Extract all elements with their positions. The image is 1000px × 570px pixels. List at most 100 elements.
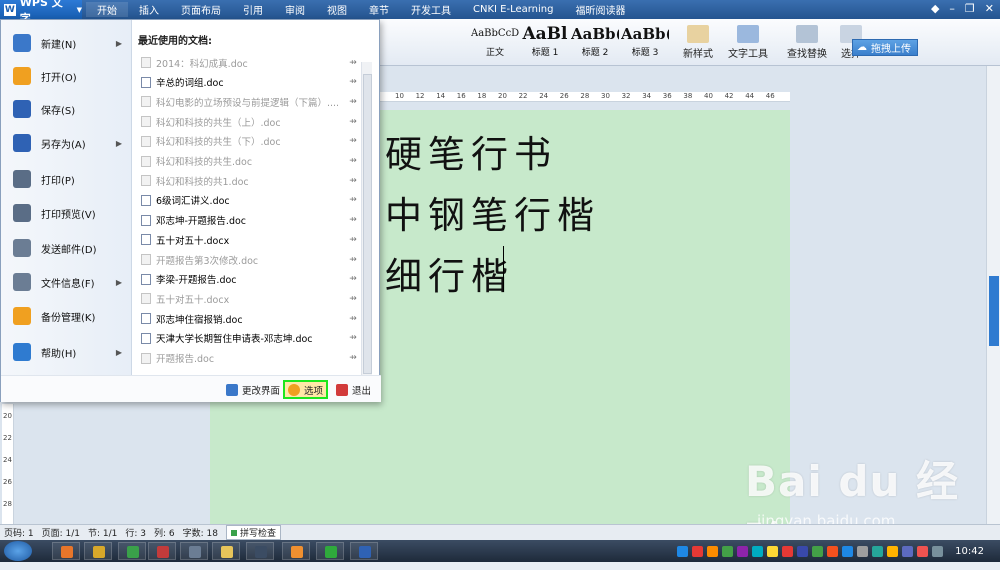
pin-icon[interactable]: ⇸ [345,77,361,87]
tray-icon[interactable] [707,545,719,557]
minimize-icon[interactable]: – [949,2,955,15]
recent-doc-item[interactable]: 6级词汇讲义.doc ⇸ [137,191,361,210]
recent-doc-item[interactable]: 邓志坤住宿报销.doc ⇸ [137,309,361,328]
taskbar-app-button[interactable] [316,542,344,560]
taskbar-app-button[interactable] [180,542,208,560]
tray-icon[interactable] [767,545,779,557]
recent-doc-item[interactable]: 天津大学长期暂住申请表-邓志坤.doc ⇸ [137,329,361,348]
wps-app-menu-button[interactable]: W WPS 文字 ▼ [0,0,82,25]
file-menu-item[interactable]: 保存(S) [1,94,132,124]
recent-doc-item[interactable]: 五十对五十.docx ⇸ [137,230,361,249]
recent-doc-item[interactable]: 辛总的词组.doc ⇸ [137,73,361,92]
tray-icon[interactable] [902,545,914,557]
pin-icon[interactable]: ⇸ [345,195,361,205]
file-menu-item[interactable]: 备份管理(K) [1,301,132,331]
tab-3[interactable]: 引用 [232,2,274,17]
recent-doc-item[interactable]: 2014：科幻成真.doc ⇸ [137,53,361,72]
tray-icon[interactable] [737,545,749,557]
file-menu-item[interactable]: 打开(O) [1,61,132,91]
pin-icon[interactable]: ⇸ [345,294,361,304]
tray-icon[interactable] [677,545,689,557]
clock[interactable]: 10:42 [955,546,984,557]
file-menu-item[interactable]: 新建(N) ▶ [1,28,132,58]
restore-icon[interactable]: ❐ [965,2,975,15]
tray-icon[interactable] [917,545,929,557]
start-button[interactable] [4,541,32,561]
scroll-thumb[interactable] [989,276,999,346]
pin-icon[interactable]: ⇸ [345,314,361,324]
tray-icon[interactable] [857,545,869,557]
options-button[interactable]: 选项 [283,380,329,399]
tray-icon[interactable] [827,545,839,557]
pin-icon[interactable]: ⇸ [345,176,361,186]
taskbar-app-button[interactable] [350,542,378,560]
tray-icon[interactable] [872,545,884,557]
document-line[interactable]: 硬笔行书 [385,124,557,178]
tab-9[interactable]: 福昕阅读器 [565,2,637,17]
recent-doc-item[interactable]: 科幻和科技的共1.doc ⇸ [137,171,361,190]
taskbar-app-button[interactable] [84,542,112,560]
taskbar-app-button[interactable] [282,542,310,560]
style-heading-2[interactable]: AaBb( 标题 2 [571,23,619,63]
file-menu-item[interactable]: 帮助(H) ▶ [1,337,132,367]
drag-upload-button[interactable]: ☁ 拖拽上传 [852,39,918,56]
file-menu-item[interactable]: 打印(P) [1,164,132,194]
pin-icon[interactable]: ⇸ [345,117,361,127]
tray-icon[interactable] [812,545,824,557]
pin-icon[interactable]: ⇸ [345,136,361,146]
pin-icon[interactable]: ⇸ [345,353,361,363]
tab-6[interactable]: 章节 [358,2,400,17]
pin-icon[interactable]: ⇸ [345,255,361,265]
taskbar-app-button[interactable] [148,542,176,560]
recent-doc-item[interactable]: 科幻和科技的共生.doc ⇸ [137,152,361,171]
recent-doc-item[interactable]: 李梁-开题报告.doc ⇸ [137,270,361,289]
file-menu-item[interactable]: 另存为(A) ▶ [1,128,132,158]
pin-icon[interactable]: ⇸ [345,97,361,107]
tab-0[interactable]: 开始 [86,2,128,17]
pin-icon[interactable]: ⇸ [345,156,361,166]
tab-2[interactable]: 页面布局 [170,2,232,17]
tab-7[interactable]: 开发工具 [400,2,462,17]
pin-icon[interactable]: ⇸ [345,58,361,68]
pin-icon[interactable]: ⇸ [345,215,361,225]
style-normal[interactable]: AaBbCcDd 正文 [471,23,519,63]
text-tools-button[interactable]: 文字工具 [726,25,770,60]
tray-icon[interactable] [932,545,944,557]
file-menu-item[interactable]: 文件信息(F) ▶ [1,267,132,297]
taskbar-app-button[interactable] [212,542,240,560]
style-heading-3[interactable]: AaBb( 标题 3 [621,23,669,63]
horizontal-ruler[interactable]: 10 12 14 16 18 20 22 24 26 28 30 32 34 36 38 40 42 44 46 [380,92,790,102]
tray-icon[interactable] [722,545,734,557]
tray-icon[interactable] [797,545,809,557]
recent-doc-item[interactable]: 科幻和科技的共生（上）.doc ⇸ [137,112,361,131]
pin-icon[interactable]: ⇸ [345,235,361,245]
skin-icon[interactable]: ◆ [931,2,939,15]
tray-icon[interactable] [752,545,764,557]
recent-doc-item[interactable]: 开题报告第3次修改.doc ⇸ [137,250,361,269]
find-replace-button[interactable]: 查找替换 [784,25,830,60]
recent-docs-scrollbar[interactable] [361,62,372,384]
recent-doc-item[interactable]: 邓志坤-开题报告.doc ⇸ [137,211,361,230]
taskbar-app-button[interactable] [246,542,274,560]
recent-doc-item[interactable]: 科幻电影的立场预设与前提逻辑（下篇）.... ⇸ [137,92,361,111]
tray-icon[interactable] [887,545,899,557]
scroll-thumb[interactable] [363,74,372,374]
file-menu-item[interactable]: 打印预览(V) [1,198,132,228]
tab-1[interactable]: 插入 [128,2,170,17]
exit-button[interactable]: 退出 [333,380,374,399]
taskbar-app-button[interactable] [52,542,80,560]
pin-icon[interactable]: ⇸ [345,333,361,343]
document-line[interactable]: 细行楷 [385,246,514,300]
style-heading-1[interactable]: AaBl 标题 1 [521,23,569,63]
tab-8[interactable]: CNKI E-Learning [462,4,565,15]
new-style-button[interactable]: 新样式 [678,25,718,60]
vertical-ruler[interactable]: 20 22 24 26 28 [2,404,14,524]
file-menu-item[interactable]: 发送邮件(D) [1,233,132,263]
pin-icon[interactable]: ⇸ [345,274,361,284]
tab-4[interactable]: 审阅 [274,2,316,17]
document-line[interactable]: 中钢笔行楷 [385,185,600,239]
spellcheck-toggle[interactable]: 拼写检查 [226,525,282,540]
change-ui-button[interactable]: 更改界面 [223,380,283,399]
tray-icon[interactable] [842,545,854,557]
tab-5[interactable]: 视图 [316,2,358,17]
